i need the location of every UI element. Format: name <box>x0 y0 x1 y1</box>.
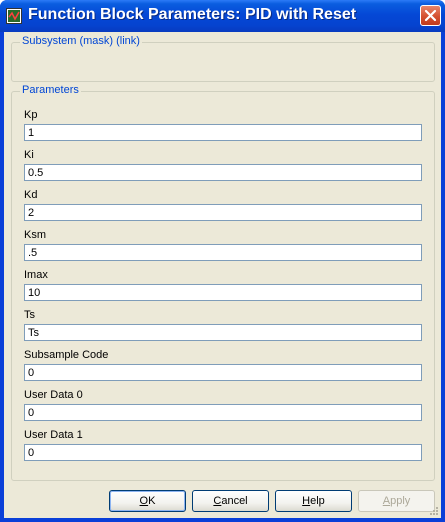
simulink-block-icon[interactable] <box>6 8 22 24</box>
param-label: Ksm <box>24 229 46 241</box>
dialog-window: Function Block Parameters: PID with Rese… <box>0 0 445 522</box>
parameters-group: Parameters Kp Ki Kd Ksm Imax <box>11 84 435 481</box>
param-label: Subsample Code <box>24 349 109 361</box>
ok-mnemonic: O <box>139 495 149 507</box>
cancel-button[interactable]: Cancel <box>192 490 269 512</box>
param-label: Kp <box>24 109 38 121</box>
param-label: User Data 1 <box>24 429 83 441</box>
ki-input[interactable] <box>24 164 422 181</box>
resize-grip-icon[interactable] <box>427 504 439 516</box>
close-button[interactable] <box>420 5 441 26</box>
apply-button[interactable]: Apply <box>358 490 435 512</box>
subsample-code-input[interactable] <box>24 364 422 381</box>
window-title: Function Block Parameters: PID with Rese… <box>28 6 357 23</box>
title-bar[interactable]: Function Block Parameters: PID with Rese… <box>0 0 445 32</box>
parameters-group-title: Parameters <box>20 84 81 96</box>
subsystem-group-title: Subsystem (mask) (link) <box>20 35 142 47</box>
param-label: Ki <box>24 149 34 161</box>
kp-input[interactable] <box>24 124 422 141</box>
ok-label-rest: K <box>148 495 156 507</box>
ts-input[interactable] <box>24 324 422 341</box>
dialog-body: Subsystem (mask) (link) Parameters Kp Ki… <box>4 32 441 518</box>
help-button[interactable]: Help <box>275 490 352 512</box>
user-data-0-input[interactable] <box>24 404 422 421</box>
help-label-rest: elp <box>310 495 325 507</box>
help-mnemonic: H <box>302 495 311 507</box>
param-label: User Data 0 <box>24 389 83 401</box>
apply-mnemonic: A <box>382 495 391 507</box>
cancel-label-rest: ancel <box>221 495 248 507</box>
close-icon <box>424 9 437 22</box>
param-label: Ts <box>24 309 35 321</box>
apply-label-rest: pply <box>390 495 411 507</box>
ksm-input[interactable] <box>24 244 422 261</box>
param-label: Kd <box>24 189 38 201</box>
user-data-1-input[interactable] <box>24 444 422 461</box>
param-label: Imax <box>24 269 48 281</box>
kd-input[interactable] <box>24 204 422 221</box>
ok-button[interactable]: OK <box>109 490 186 512</box>
imax-input[interactable] <box>24 284 422 301</box>
subsystem-group: Subsystem (mask) (link) <box>11 35 435 82</box>
